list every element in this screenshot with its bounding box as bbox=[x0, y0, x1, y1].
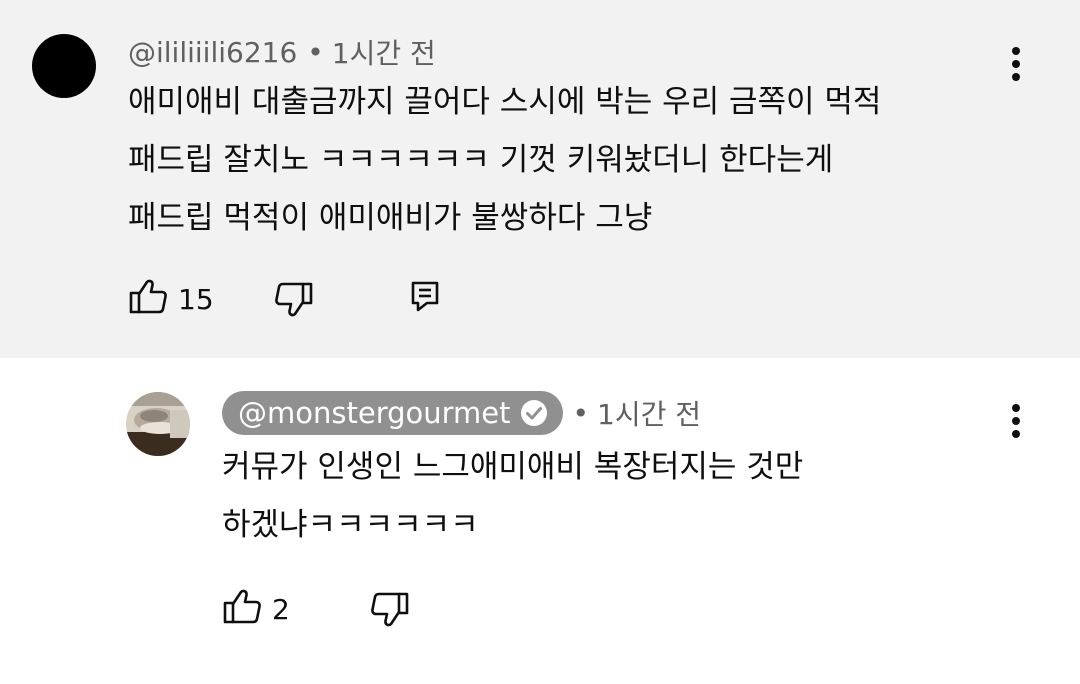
like-count: 2 bbox=[272, 592, 290, 626]
creator-author-chip[interactable]: @monstergourmet bbox=[222, 391, 563, 435]
comment-line: 애미애비 대출금까지 끌어다 스시에 박는 우리 금쪽이 먹적 bbox=[128, 84, 882, 120]
more-vert-icon[interactable] bbox=[1000, 44, 1032, 84]
like-button[interactable]: 15 bbox=[128, 278, 214, 320]
reply-text: 커뮤가 인생인 느그애미애비 복장터지는 것만 하겠냐ㅋㅋㅋㅋㅋㅋ bbox=[222, 438, 803, 554]
verified-check-icon bbox=[519, 398, 549, 428]
reply-line: 커뮤가 인생인 느그애미애비 복장터지는 것만 bbox=[222, 449, 804, 485]
comment-meta: @ililiiili6216 • 1시간 전 bbox=[128, 32, 436, 72]
thumbs-up-icon bbox=[222, 588, 262, 630]
comment-text: 애미애비 대출금까지 끌어다 스시에 박는 우리 금쪽이 먹적 패드립 잘치노 … bbox=[128, 73, 881, 247]
meta-separator: • bbox=[572, 396, 590, 430]
comment-author[interactable]: @ililiiili6216 bbox=[128, 36, 297, 69]
comment-time[interactable]: 1시간 전 bbox=[332, 32, 436, 72]
thumbs-up-icon bbox=[128, 278, 168, 320]
like-count: 15 bbox=[178, 282, 214, 316]
dislike-button[interactable] bbox=[274, 280, 314, 322]
comment-line: 패드립 잘치노 ㅋㅋㅋㅋㅋㅋ 기껏 키워놨더니 한다는게 bbox=[128, 142, 834, 178]
reply-line: 하겠냐ㅋㅋㅋㅋㅋㅋ bbox=[222, 507, 479, 543]
comment-line: 패드립 먹적이 애미애비가 불쌍하다 그냥 bbox=[128, 200, 653, 236]
like-button[interactable]: 2 bbox=[222, 588, 290, 630]
dislike-button[interactable] bbox=[370, 590, 410, 632]
thumbs-down-icon bbox=[274, 280, 314, 322]
meta-separator: • bbox=[307, 35, 324, 69]
reply-meta: @monstergourmet • 1시간 전 bbox=[222, 391, 701, 435]
reply-icon bbox=[410, 280, 440, 316]
thumbs-down-icon bbox=[370, 590, 410, 632]
reply-time[interactable]: 1시간 전 bbox=[597, 393, 701, 433]
avatar[interactable] bbox=[126, 392, 190, 456]
reply-author: @monstergourmet bbox=[238, 396, 511, 430]
avatar[interactable] bbox=[32, 34, 96, 98]
reply-button[interactable] bbox=[410, 280, 440, 316]
more-vert-icon[interactable] bbox=[1000, 401, 1032, 441]
